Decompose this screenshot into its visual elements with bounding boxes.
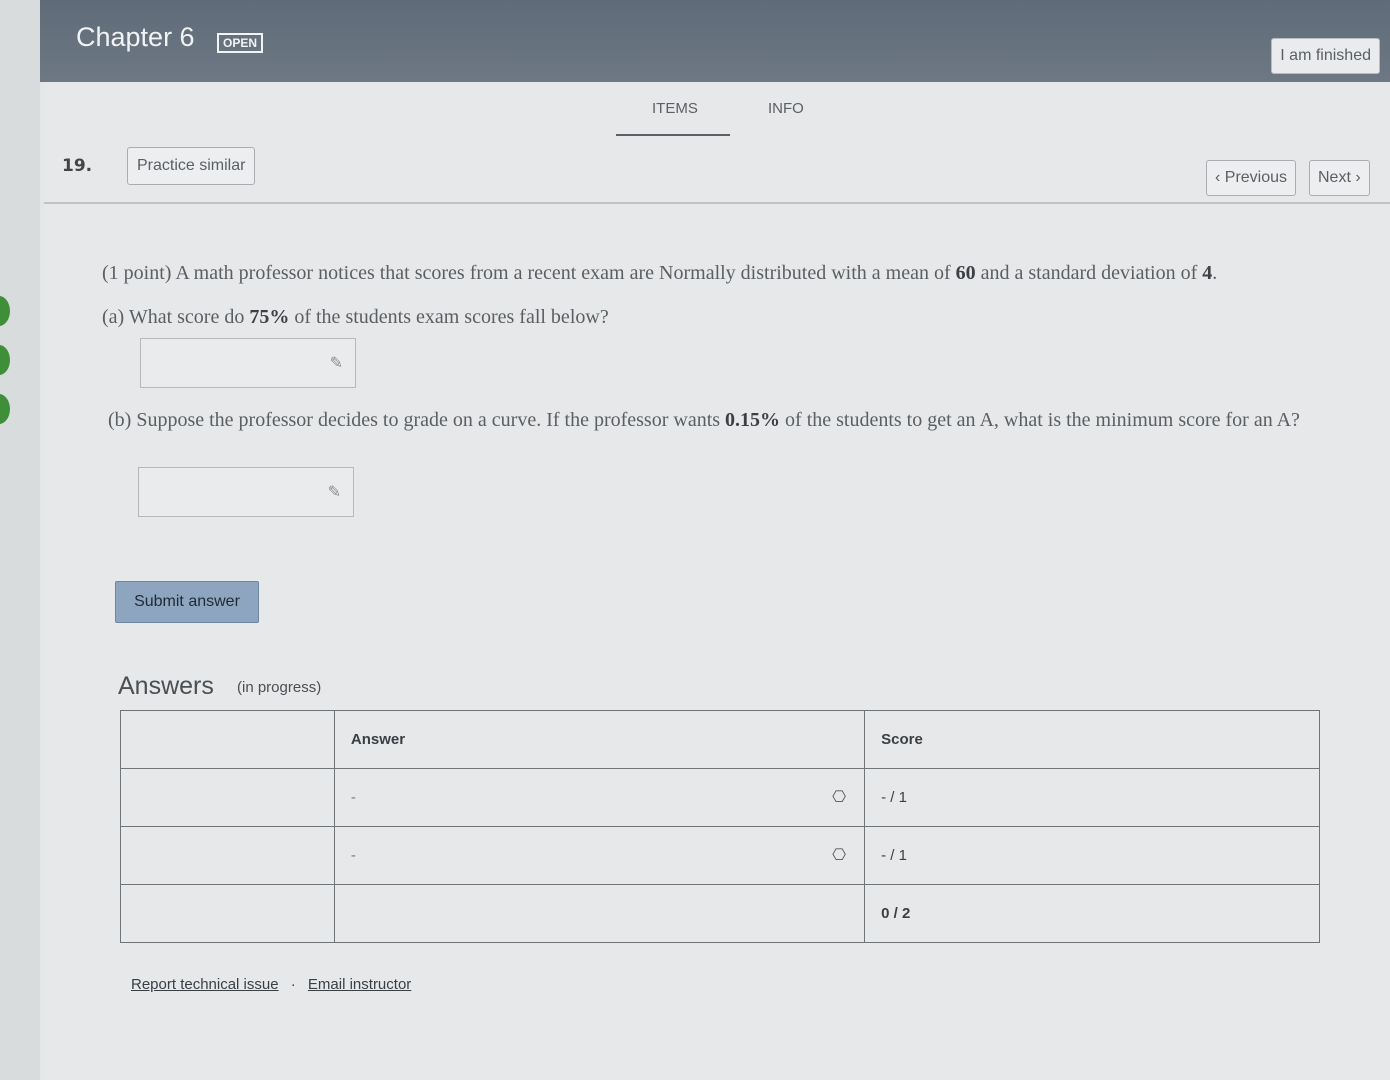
answers-table: Answer Score - ⎔ - / 1 - ⎔ - / 1 0 / 2 <box>120 710 1320 943</box>
table-cell <box>120 826 335 885</box>
intro-text-end: . <box>1212 262 1218 284</box>
status-dot <box>0 296 10 326</box>
email-instructor-link[interactable]: Email instructor <box>308 976 411 993</box>
answer-input-a[interactable]: ✎ <box>140 338 356 388</box>
footer-separator: · <box>290 976 296 993</box>
tab-info[interactable]: INFO <box>768 100 804 117</box>
pencil-icon: ✎ <box>329 353 343 372</box>
total-score: 0 / 2 <box>864 884 1320 943</box>
help-icon[interactable]: ⎔ <box>832 787 846 807</box>
table-cell-answer: - ⎔ <box>333 826 866 885</box>
part-a-pre: (a) What score do <box>102 306 250 328</box>
previous-button[interactable]: ‹ Previous <box>1206 160 1297 196</box>
submit-answer-button[interactable]: Submit answer <box>115 581 259 623</box>
answer-value: - <box>350 847 356 864</box>
divider <box>44 202 1390 204</box>
part-a-text: (a) What score do 75% of the students ex… <box>102 306 609 329</box>
part-b-pre: (b) Suppose the professor decides to gra… <box>108 409 726 431</box>
next-button[interactable]: Next › <box>1309 160 1370 196</box>
intro-text: (1 point) A math professor notices that … <box>102 262 956 284</box>
table-cell <box>333 884 866 943</box>
part-a-percent: 75% <box>249 306 290 328</box>
practice-similar-button[interactable]: Practice similar <box>127 147 256 185</box>
table-row: - ⎔ - / 1 <box>120 768 1320 827</box>
tab-bar: ITEMS INFO <box>616 100 806 140</box>
answer-value: - <box>350 789 356 806</box>
status-badge: OPEN <box>217 33 264 53</box>
table-cell-answer: - ⎔ <box>333 768 866 827</box>
help-icon[interactable]: ⎔ <box>832 845 846 865</box>
status-dot <box>0 394 10 424</box>
chapter-title: Chapter 6 <box>76 22 195 52</box>
report-issue-link[interactable]: Report technical issue <box>131 976 279 993</box>
active-tab-indicator <box>616 134 730 136</box>
footer-links: Report technical issue · Email instructo… <box>131 976 411 993</box>
table-header-row: Answer Score <box>120 710 1320 769</box>
mean-value: 60 <box>955 262 976 284</box>
answer-input-b[interactable]: ✎ <box>138 467 354 517</box>
table-row: - ⎔ - / 1 <box>120 826 1320 885</box>
previous-label: Previous <box>1224 169 1288 186</box>
part-b-percent: 0.15% <box>725 409 781 431</box>
chevron-right-icon: › <box>1355 169 1361 186</box>
intro-text-mid: and a standard deviation of <box>975 262 1203 284</box>
status-dot <box>0 345 10 375</box>
chevron-left-icon: ‹ <box>1215 169 1221 186</box>
answers-status: (in progress) <box>237 679 322 696</box>
part-a-post: of the students exam scores fall below? <box>289 306 609 328</box>
tab-items[interactable]: ITEMS <box>652 100 698 117</box>
table-cell-score: - / 1 <box>864 826 1320 885</box>
sd-value: 4 <box>1202 262 1213 284</box>
finished-button[interactable]: I am finished <box>1271 38 1380 74</box>
table-cell <box>120 884 335 943</box>
table-cell <box>120 768 335 827</box>
left-margin <box>0 0 40 1080</box>
question-intro: (1 point) A math professor notices that … <box>102 262 1342 285</box>
question-number: 19. <box>62 156 93 176</box>
table-header-score: Score <box>864 710 1320 769</box>
next-label: Next <box>1318 169 1351 186</box>
table-header-answer: Answer <box>333 710 866 769</box>
table-cell-score: - / 1 <box>864 768 1320 827</box>
table-header-blank <box>120 710 335 769</box>
part-b-text: (b) Suppose the professor decides to gra… <box>108 404 1328 436</box>
top-bar: Chapter 6 OPEN I am finished <box>40 0 1390 82</box>
pencil-icon: ✎ <box>327 482 341 501</box>
table-total-row: 0 / 2 <box>120 884 1320 943</box>
answers-heading: Answers <box>118 672 214 700</box>
main-content: ITEMS INFO 19. Practice similar ‹ Previo… <box>44 82 1390 1080</box>
part-b-post: of the students to get an A, what is the… <box>780 409 1300 431</box>
